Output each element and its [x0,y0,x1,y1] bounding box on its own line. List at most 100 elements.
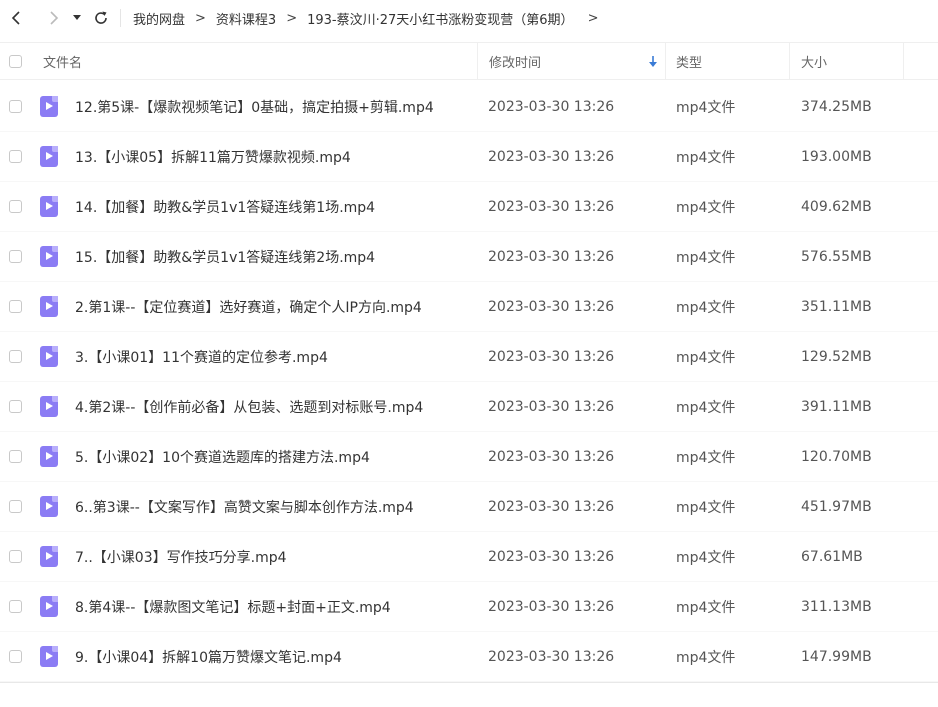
file-row[interactable]: 6..第3课--【文案写作】高赞文案与脚本创作方法.mp4 2023-03-30 … [0,482,938,532]
row-checkbox[interactable] [9,350,22,363]
column-divider[interactable] [665,43,666,79]
row-checkbox[interactable] [9,600,22,613]
file-row[interactable]: 15.【加餐】助教&学员1v1答疑连线第2场.mp4 2023-03-30 13:… [0,232,938,282]
file-row[interactable]: 3.【小课01】11个赛道的定位参考.mp4 2023-03-30 13:26 mp… [0,332,938,382]
select-all-checkbox[interactable] [9,43,22,79]
file-row[interactable]: 13.【小课05】拆解11篇万赞爆款视频.mp4 2023-03-30 13:26… [0,132,938,182]
toolbar-divider [120,9,121,27]
file-size: 311.13MB [801,599,872,615]
file-type: mp4文件 [676,650,736,666]
file-modified-time: 2023-03-30 13:26 [488,299,615,315]
file-size: 147.99MB [801,649,872,665]
file-size: 576.55MB [801,249,872,265]
file-row[interactable]: 5.【小课02】10个赛道选题库的搭建方法.mp4 2023-03-30 13:2… [0,432,938,482]
refresh-icon [95,11,107,24]
row-checkbox[interactable] [9,150,22,163]
file-type: mp4文件 [676,550,736,566]
video-file-icon [40,446,58,467]
file-name[interactable]: 2.第1课--【定位赛道】选好赛道，确定个人IP方向.mp4 [75,282,422,332]
column-header-type[interactable]: 类型 [676,43,702,79]
row-checkbox[interactable] [9,400,22,413]
file-row[interactable]: 4.第2课--【创作前必备】从包装、选题到对标账号.mp4 2023-03-30 … [0,382,938,432]
file-size: 120.70MB [801,449,872,465]
forward-button[interactable] [42,7,64,29]
file-name[interactable]: 7..【小课03】写作技巧分享.mp4 [75,532,287,582]
file-type: mp4文件 [676,400,736,416]
row-checkbox[interactable] [9,250,22,263]
file-type: mp4文件 [676,200,736,216]
back-button[interactable] [6,7,28,29]
file-size: 193.00MB [801,149,872,165]
column-divider[interactable] [903,43,904,79]
file-row[interactable]: 9.【小课04】拆解10篇万赞爆文笔记.mp4 2023-03-30 13:26 m… [0,632,938,682]
file-type: mp4文件 [676,450,736,466]
file-name[interactable]: 14.【加餐】助教&学员1v1答疑连线第1场.mp4 [75,182,375,232]
file-size: 451.97MB [801,499,872,515]
breadcrumb-item-current[interactable]: 193-蔡汶川·27天小红书涨粉变现营（第6期） [307,9,573,28]
file-name[interactable]: 12.第5课-【爆款视频笔记】0基础，搞定拍摄+剪辑.mp4 [75,82,434,132]
video-file-icon [40,196,58,217]
breadcrumb-item[interactable]: 资料课程3 [216,9,276,28]
breadcrumb-expand-button[interactable]: > [588,11,599,26]
file-name[interactable]: 4.第2课--【创作前必备】从包装、选题到对标账号.mp4 [75,382,423,432]
file-size: 409.62MB [801,199,872,215]
video-file-icon [40,246,58,267]
file-name[interactable]: 8.第4课--【爆款图文笔记】标题+封面+正文.mp4 [75,582,391,632]
video-file-icon [40,546,58,567]
chevron-left-icon [11,11,20,25]
video-file-icon [40,396,58,417]
column-divider[interactable] [789,43,790,79]
file-name[interactable]: 15.【加餐】助教&学员1v1答疑连线第2场.mp4 [75,232,375,282]
file-modified-time: 2023-03-30 13:26 [488,149,615,165]
file-name[interactable]: 9.【小课04】拆解10篇万赞爆文笔记.mp4 [75,632,342,682]
breadcrumb-separator: > [195,10,206,26]
file-name[interactable]: 13.【小课05】拆解11篇万赞爆款视频.mp4 [75,132,351,182]
file-row[interactable]: 14.【加餐】助教&学员1v1答疑连线第1场.mp4 2023-03-30 13:… [0,182,938,232]
row-checkbox[interactable] [9,500,22,513]
row-checkbox[interactable] [9,450,22,463]
row-checkbox[interactable] [9,100,22,113]
history-dropdown-button[interactable] [70,7,84,29]
file-name[interactable]: 3.【小课01】11个赛道的定位参考.mp4 [75,332,328,382]
file-type: mp4文件 [676,350,736,366]
column-header-modified[interactable]: 修改时间 [489,43,665,79]
file-size: 374.25MB [801,99,872,115]
file-type: mp4文件 [676,500,736,516]
list-bottom-border [0,682,938,683]
row-checkbox[interactable] [9,200,22,213]
file-type: mp4文件 [676,300,736,316]
file-row[interactable]: 8.第4课--【爆款图文笔记】标题+封面+正文.mp4 2023-03-30 13… [0,582,938,632]
breadcrumb-separator: > [286,10,298,26]
row-checkbox[interactable] [9,650,22,663]
video-file-icon [40,496,58,517]
chevron-right-icon [50,11,59,25]
video-file-icon [40,146,58,167]
video-file-icon [40,346,58,367]
file-modified-time: 2023-03-30 13:26 [488,549,615,565]
breadcrumb: 我的网盘 > 资料课程3 > 193-蔡汶川·27天小红书涨粉变现营（第6期） … [133,9,608,28]
file-type: mp4文件 [676,250,736,266]
file-row[interactable]: 12.第5课-【爆款视频笔记】0基础，搞定拍摄+剪辑.mp4 2023-03-30… [0,82,938,132]
file-modified-time: 2023-03-30 13:26 [488,499,615,515]
file-type: mp4文件 [676,150,736,166]
row-checkbox[interactable] [9,300,22,313]
breadcrumb-item[interactable]: 我的网盘 [133,9,185,28]
column-header-name[interactable]: 文件名 [43,43,82,79]
column-header-modified-label: 修改时间 [489,55,542,71]
file-modified-time: 2023-03-30 13:26 [488,449,615,465]
file-modified-time: 2023-03-30 13:26 [488,649,615,665]
column-divider[interactable] [477,43,478,79]
video-file-icon [40,596,58,617]
refresh-button[interactable] [90,7,112,29]
file-modified-time: 2023-03-30 13:26 [488,599,615,615]
file-size: 391.11MB [801,399,872,415]
file-name[interactable]: 6..第3课--【文案写作】高赞文案与脚本创作方法.mp4 [75,482,414,532]
file-modified-time: 2023-03-30 13:26 [488,349,615,365]
file-row[interactable]: 7..【小课03】写作技巧分享.mp4 2023-03-30 13:26 mp4文件… [0,532,938,582]
file-name[interactable]: 5.【小课02】10个赛道选题库的搭建方法.mp4 [75,432,370,482]
video-file-icon [40,96,58,117]
checkbox[interactable] [9,54,22,68]
file-row[interactable]: 2.第1课--【定位赛道】选好赛道，确定个人IP方向.mp4 2023-03-30… [0,282,938,332]
column-header-size[interactable]: 大小 [801,43,827,79]
row-checkbox[interactable] [9,550,22,563]
